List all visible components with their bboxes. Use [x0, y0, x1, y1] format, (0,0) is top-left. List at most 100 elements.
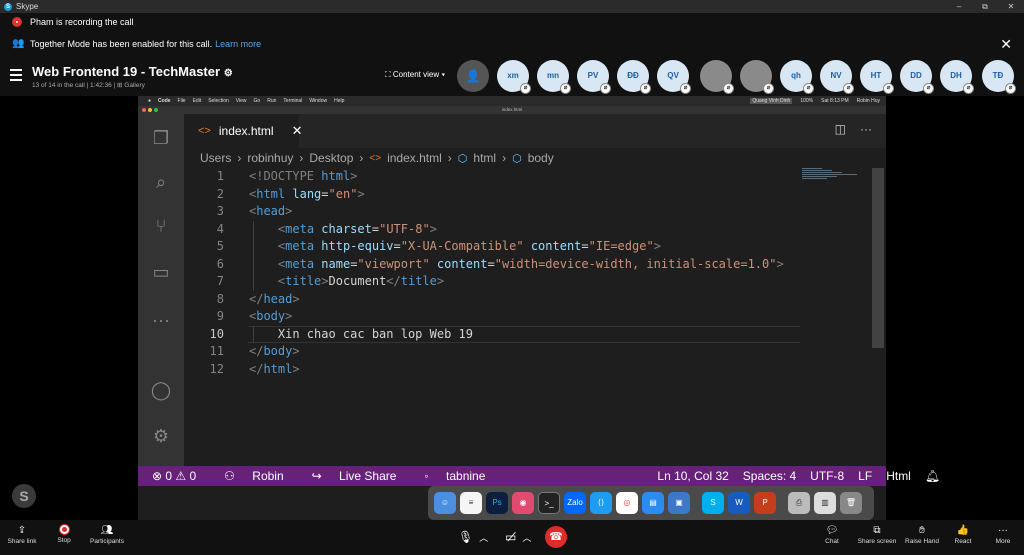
- live-share-status[interactable]: ↪ Live Share: [298, 469, 397, 483]
- content-view-button[interactable]: ⛶ Content view ▾: [385, 70, 445, 80]
- explorer-icon[interactable]: ❐: [149, 126, 173, 150]
- editor-scrollbar[interactable]: [872, 168, 884, 348]
- mute-mic-button[interactable]: 🎙︎ ︿: [458, 526, 488, 548]
- breadcrumb-file[interactable]: index.html: [387, 151, 442, 165]
- participant-avatar[interactable]: QV ⌀: [657, 60, 691, 94]
- participant-avatar[interactable]: DD ⌀: [900, 60, 934, 94]
- clock-text: Sat 8:13 PM: [821, 98, 849, 104]
- encoding-status[interactable]: UTF-8: [810, 469, 844, 483]
- participants-button[interactable]: 👥︎ Participants: [88, 525, 126, 545]
- breadcrumb-robinhuy[interactable]: robinhuy: [247, 151, 293, 165]
- participant-initials: ĐĐ: [627, 71, 639, 80]
- cursor-position-status[interactable]: Ln 10, Col 32: [657, 469, 728, 483]
- live-share-icon: ↪: [311, 469, 322, 483]
- share-screen-button[interactable]: ⧉ Share screen: [856, 525, 898, 545]
- files-icon[interactable]: ▤: [642, 492, 664, 514]
- account-icon[interactable]: ◯: [149, 378, 173, 402]
- minimap[interactable]: [802, 168, 862, 188]
- muted-mic-icon: ⌀: [600, 83, 611, 94]
- participant-avatar[interactable]: ⌀: [740, 60, 774, 94]
- participant-avatar[interactable]: qh ⌀: [780, 60, 814, 94]
- share-link-button[interactable]: ⇪ Share link: [6, 525, 38, 545]
- participant-avatar[interactable]: DH ⌀: [940, 60, 974, 94]
- participant-avatar[interactable]: PV ⌀: [577, 60, 611, 94]
- downloads-folder-icon[interactable]: ▥: [814, 492, 836, 514]
- tab-index-html[interactable]: <> index.html ✕: [184, 114, 302, 148]
- participant-avatar[interactable]: TĐ ⌀: [982, 60, 1016, 94]
- finder-icon[interactable]: ☺: [434, 492, 456, 514]
- settings-gear-icon[interactable]: ⚙: [224, 68, 233, 79]
- breadcrumb-html[interactable]: html: [473, 151, 496, 165]
- indentation-status[interactable]: Spaces: 4: [743, 469, 796, 483]
- search-icon[interactable]: ⌕: [149, 170, 173, 194]
- close-banner-button[interactable]: ✕: [1000, 36, 1012, 53]
- close-tab-icon[interactable]: ✕: [292, 123, 303, 139]
- chevron-up-icon[interactable]: ︿: [479, 531, 488, 544]
- zalo-icon[interactable]: Zalo: [564, 492, 586, 514]
- mac-menu-selection: Selection: [208, 98, 229, 104]
- skype-logo-icon: S: [4, 2, 12, 11]
- account-status[interactable]: ⚇ Robin: [210, 469, 283, 483]
- code-line: 6 <meta name="viewport" content="width=d…: [216, 256, 784, 271]
- preview-icon[interactable]: ▣: [668, 492, 690, 514]
- mac-menu-go: Go: [253, 98, 261, 104]
- close-window-button[interactable]: ✕: [998, 0, 1024, 13]
- participant-avatar[interactable]: NV ⌀: [820, 60, 854, 94]
- muted-mic-icon: ⌀: [1005, 83, 1016, 94]
- terminal-icon[interactable]: >_: [538, 492, 560, 514]
- html-file-icon: <>: [369, 152, 382, 164]
- stop-recording-button[interactable]: Stop: [50, 525, 78, 544]
- tabnine-status[interactable]: ◦ tabnine: [410, 469, 485, 483]
- chrome-icon[interactable]: ◎: [616, 492, 638, 514]
- printer-icon[interactable]: ⎙: [788, 492, 810, 514]
- participant-avatar[interactable]: ĐĐ ⌀: [617, 60, 651, 94]
- mac-menu-terminal: Terminal: [283, 98, 303, 104]
- chat-button[interactable]: 💬︎ Chat: [820, 525, 844, 545]
- problems-status[interactable]: ⊗ 0 ⚠ 0: [152, 469, 196, 483]
- source-control-icon[interactable]: ⑂: [149, 214, 173, 238]
- learn-more-link[interactable]: Learn more: [215, 39, 261, 49]
- language-status[interactable]: Html: [886, 469, 911, 483]
- participant-avatar[interactable]: mn ⌀: [537, 60, 571, 94]
- code-editor[interactable]: 1 <!DOCTYPE html> 2 <html lang="en"> 3 <hea…: [184, 168, 844, 378]
- notifications-bell-icon[interactable]: 🔔︎: [925, 469, 940, 483]
- remote-explorer-icon[interactable]: ▭: [149, 260, 173, 284]
- muted-mic-icon: ⌀: [923, 83, 934, 94]
- video-toggle-button[interactable]: ▭̸ ︿: [505, 526, 531, 548]
- minimize-button[interactable]: –: [946, 0, 972, 13]
- notes-icon[interactable]: ≡: [460, 492, 482, 514]
- more-button[interactable]: ··· More: [990, 525, 1016, 545]
- more-actions-icon[interactable]: ···: [860, 122, 872, 136]
- split-editor-icon[interactable]: ◫: [835, 122, 846, 136]
- muted-mic-icon: ⌀: [520, 83, 531, 94]
- call-title: Web Frontend 19 - TechMaster ⚙: [32, 64, 233, 79]
- chevron-up-icon[interactable]: ︿: [522, 531, 531, 544]
- participant-avatar[interactable]: xm ⌀: [497, 60, 531, 94]
- raise-hand-button[interactable]: ✋︎ Raise Hand: [904, 525, 940, 545]
- add-participant-button[interactable]: 👤: [457, 60, 489, 92]
- lips-app-icon[interactable]: ◉: [512, 492, 534, 514]
- photoshop-icon[interactable]: Ps: [486, 492, 508, 514]
- breadcrumb-desktop[interactable]: Desktop: [309, 151, 353, 165]
- call-header: Web Frontend 19 - TechMaster ⚙ 13 of 14 …: [0, 56, 1024, 96]
- breadcrumb-body[interactable]: body: [528, 151, 554, 165]
- mac-menu-view: View: [235, 98, 247, 104]
- more-icon[interactable]: ···: [149, 308, 173, 332]
- skype-dock-icon[interactable]: S: [702, 492, 724, 514]
- vscode-icon[interactable]: ⟨⟩: [590, 492, 612, 514]
- trash-icon[interactable]: 🗑︎: [840, 492, 862, 514]
- eol-status[interactable]: LF: [858, 469, 872, 483]
- participant-avatar[interactable]: ⌀: [700, 60, 734, 94]
- menu-icon[interactable]: [10, 69, 22, 84]
- participant-initials: TĐ: [992, 71, 1004, 80]
- breadcrumb-users[interactable]: Users: [200, 151, 231, 165]
- end-call-button[interactable]: ☎: [545, 526, 567, 548]
- restore-button[interactable]: ⧉: [972, 0, 998, 13]
- react-button[interactable]: 👍 React: [950, 525, 976, 545]
- manage-gear-icon[interactable]: ⚙: [149, 424, 173, 448]
- code-line: 2 <html lang="en">: [216, 186, 365, 201]
- apple-icon: ●: [148, 98, 152, 104]
- participant-avatar[interactable]: HT ⌀: [860, 60, 894, 94]
- word-icon[interactable]: W: [728, 492, 750, 514]
- powerpoint-icon[interactable]: P: [754, 492, 776, 514]
